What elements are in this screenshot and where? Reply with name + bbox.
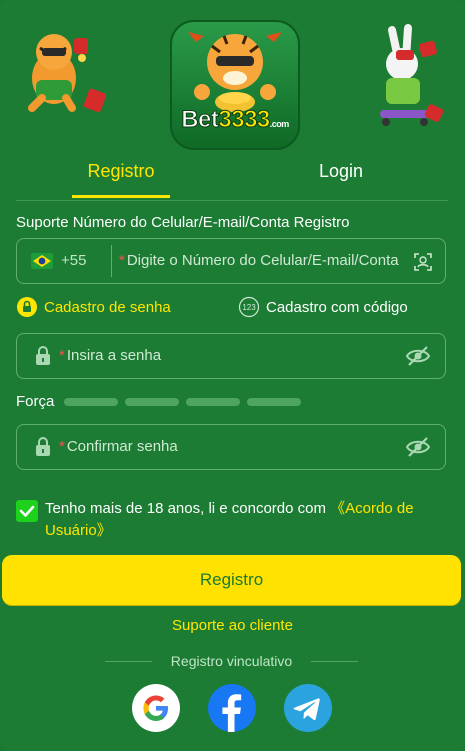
country-code: +55 — [61, 252, 87, 269]
auth-tabs: Registro Login — [16, 154, 448, 201]
strength-bar-1 — [64, 397, 119, 406]
register-submit-button[interactable]: Registro — [2, 555, 461, 605]
tab-registro[interactable]: Registro — [46, 154, 196, 198]
country-selector[interactable]: +55 — [31, 252, 86, 269]
strength-bar-3 — [186, 397, 241, 406]
account-input[interactable]: * Digite o Número do Celular/E-mail/Conta — [119, 252, 399, 269]
divider-line-right — [311, 661, 358, 662]
field-divider — [111, 245, 112, 277]
strength-label: Força — [16, 393, 55, 410]
telegram-icon — [293, 698, 320, 720]
lock-icon — [36, 346, 50, 365]
eye-off-icon[interactable] — [405, 345, 431, 367]
password-mode-label: Cadastro de senha — [44, 298, 171, 316]
tab-login-label: Login — [318, 161, 364, 181]
lock-badge-icon — [17, 297, 37, 317]
google-icon — [143, 695, 168, 721]
account-label: Suporte Número do Celular/E-mail/Conta R… — [16, 214, 350, 231]
logo-wordmark: Bet3333.com — [181, 106, 290, 134]
agreement-checkbox[interactable] — [16, 500, 38, 522]
social-divider: Registro vinculativo — [105, 652, 358, 672]
active-tab-indicator — [72, 195, 170, 198]
hero-banner: Bet3333.com — [0, 0, 465, 150]
telegram-login-button[interactable] — [284, 684, 332, 732]
account-field[interactable]: +55 * Digite o Número do Celular/E-mail/C… — [16, 238, 446, 284]
strength-bar-2 — [125, 397, 180, 406]
eye-off-icon[interactable] — [405, 436, 431, 458]
svg-text:123: 123 — [242, 303, 256, 312]
facebook-login-button[interactable] — [208, 684, 256, 732]
code-mode-option[interactable]: 123 Cadastro com código — [238, 296, 408, 318]
password-input[interactable]: * Insira a senha — [59, 347, 161, 364]
facebook-icon — [222, 694, 242, 732]
numeric-code-icon: 123 — [238, 296, 260, 318]
agreement-text: Tenho mais de 18 anos, li e concordo com… — [45, 500, 414, 539]
app-logo: Bet3333.com — [170, 20, 300, 150]
lock-icon — [36, 437, 50, 456]
password-field[interactable]: * Insira a senha — [16, 333, 446, 379]
scan-icon[interactable] — [413, 252, 433, 272]
google-login-button[interactable] — [132, 684, 180, 732]
confirm-password-field[interactable]: * Confirmar senha — [16, 424, 446, 470]
confirm-password-input[interactable]: * Confirmar senha — [59, 438, 178, 455]
tiger-mascot-left — [28, 34, 106, 112]
rabbit-mascot-right — [380, 24, 444, 126]
strength-bar-4 — [247, 397, 302, 406]
password-mode-option[interactable]: Cadastro de senha — [16, 296, 171, 318]
brazil-flag-icon — [31, 252, 53, 269]
tiger-logo-art — [188, 32, 282, 112]
register-mode-options: Cadastro de senha 123 Cadastro com códig… — [16, 296, 446, 322]
customer-support-link[interactable]: Suporte ao cliente — [0, 617, 465, 634]
tab-registro-label: Registro — [87, 161, 155, 181]
password-strength: Força — [16, 393, 308, 410]
tab-login[interactable]: Login — [266, 154, 416, 198]
check-icon — [19, 505, 35, 517]
code-mode-label: Cadastro com código — [266, 298, 408, 316]
register-page: Bet3333.com Registro Login Suporte Númer… — [0, 0, 465, 751]
